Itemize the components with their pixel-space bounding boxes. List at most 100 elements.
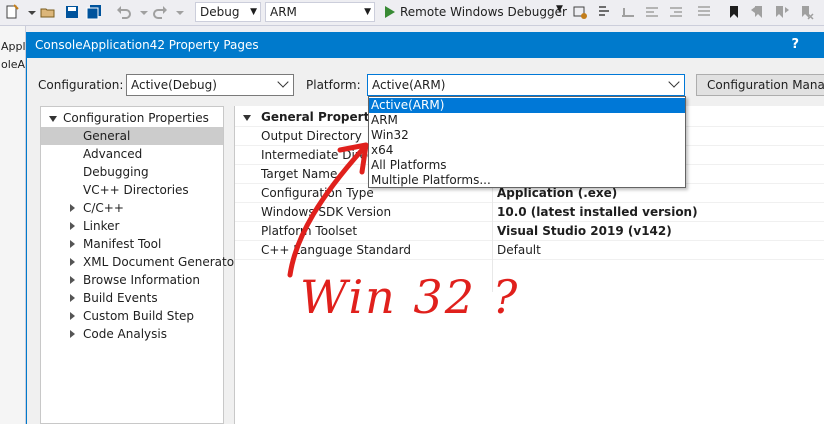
tree-item-label: VC++ Directories — [83, 183, 189, 197]
chevron-down-icon: ▼ — [364, 7, 371, 17]
tree-item-label: Linker — [83, 219, 120, 233]
property-value: Visual Studio 2019 (v142) — [497, 224, 672, 238]
tree-item-general[interactable]: General — [41, 127, 223, 145]
breakpoint-window-icon[interactable] — [620, 4, 636, 20]
collapsed-arrow-icon[interactable] — [70, 330, 75, 338]
new-project-icon[interactable] — [4, 4, 20, 20]
property-row[interactable]: Windows SDK Version 10.0 (latest installe… — [235, 203, 824, 222]
expanded-arrow-icon[interactable] — [243, 115, 251, 121]
property-value: 10.0 (latest installed version) — [497, 205, 698, 219]
property-row[interactable]: C++ Language Standard Default — [235, 241, 824, 260]
undo-dropdown-icon[interactable] — [136, 4, 152, 20]
indent-icon[interactable] — [668, 4, 684, 20]
dialog-titlebar[interactable]: ConsoleApplication42 Property Pages ? — [27, 32, 824, 58]
dropdown-arrow-icon[interactable] — [24, 4, 40, 20]
chevron-down-icon — [668, 76, 680, 88]
solution-configuration-value: Debug — [200, 5, 240, 19]
attach-icon[interactable] — [572, 4, 588, 20]
expanded-arrow-icon[interactable] — [49, 116, 57, 122]
save-all-icon[interactable] — [86, 4, 102, 20]
collapsed-arrow-icon[interactable] — [70, 312, 75, 320]
redo-icon[interactable] — [152, 4, 168, 20]
collapsed-arrow-icon[interactable] — [70, 222, 75, 230]
property-name: C++ Language Standard — [261, 243, 411, 257]
comment-icon[interactable] — [696, 4, 712, 20]
tree-item-code-analysis[interactable]: Code Analysis — [41, 325, 223, 343]
platform-combo[interactable]: Active(ARM) — [367, 74, 685, 96]
undo-icon[interactable] — [116, 4, 132, 20]
solution-platform-combo[interactable]: ARM ▼ — [265, 2, 375, 22]
platform-value: Active(ARM) — [372, 78, 446, 92]
platform-option-x64[interactable]: x64 — [369, 143, 685, 158]
tree-item-label: C/C++ — [83, 201, 124, 215]
tree-item-label: XML Document Generator — [83, 255, 239, 269]
solution-item[interactable]: Appli — [1, 40, 25, 53]
format-left-icon[interactable] — [644, 4, 660, 20]
tree-item-label: General — [83, 129, 131, 143]
tree-item-advanced[interactable]: Advanced — [41, 145, 223, 163]
property-pages-dialog: ConsoleApplication42 Property Pages ? Co… — [26, 32, 824, 424]
property-name: Intermediate Directo — [261, 148, 386, 162]
debugger-dropdown-icon[interactable]: ▼ — [556, 4, 563, 14]
solution-item[interactable]: oleAp — [1, 58, 25, 71]
bookmark-icon[interactable] — [726, 4, 742, 20]
platform-option-win32[interactable]: Win32 — [369, 128, 685, 143]
platform-option-arm[interactable]: ARM — [369, 113, 685, 128]
property-name: Configuration Type — [261, 186, 374, 200]
property-name: Platform Toolset — [261, 224, 358, 238]
start-debugging-button[interactable]: Remote Windows Debugger — [382, 2, 567, 22]
tree-item-custom-build-step[interactable]: Custom Build Step — [41, 307, 223, 325]
tree-item-debugging[interactable]: Debugging — [41, 163, 223, 181]
annotation-text: Win 32 ? — [300, 270, 520, 324]
help-button[interactable]: ? — [791, 37, 799, 52]
open-folder-icon[interactable] — [40, 4, 56, 20]
configuration-manager-label: Configuration Manager... — [707, 78, 824, 92]
save-icon[interactable] — [64, 4, 80, 20]
debugger-label: Remote Windows Debugger — [400, 5, 567, 19]
tree-item-label: Code Analysis — [83, 327, 167, 341]
collapsed-arrow-icon[interactable] — [70, 240, 75, 248]
collapsed-arrow-icon[interactable] — [70, 276, 75, 284]
solution-platform-value: ARM — [270, 5, 297, 19]
solution-configuration-combo[interactable]: Debug ▼ — [195, 2, 261, 22]
solution-explorer-strip: Appli oleAp — [0, 26, 26, 424]
tree-item-label: Advanced — [83, 147, 143, 161]
tree-item-browse-information[interactable]: Browse Information — [41, 271, 223, 289]
platform-label: Platform: — [306, 78, 361, 92]
platform-option-multiple-platforms[interactable]: Multiple Platforms... — [369, 173, 685, 188]
property-name: Output Directory — [261, 129, 362, 143]
platform-option-active-arm[interactable]: Active(ARM) — [369, 98, 685, 113]
tree-item-label: Custom Build Step — [83, 309, 195, 323]
tree-item-c-c-[interactable]: C/C++ — [41, 199, 223, 217]
tree-item-manifest-tool[interactable]: Manifest Tool — [41, 235, 223, 253]
property-row[interactable]: Platform Toolset Visual Studio 2019 (v142… — [235, 222, 824, 241]
vs-toolbar: Debug ▼ ARM ▼ Remote Windows Debugger ▼ — [0, 0, 824, 26]
property-tree: Configuration Properties General Advanced… — [40, 106, 239, 424]
configuration-manager-button[interactable]: Configuration Manager... — [696, 74, 824, 96]
chevron-down-icon — [277, 76, 289, 88]
next-bookmark-icon[interactable] — [774, 4, 790, 20]
tree-item-xml-document-generator[interactable]: XML Document Generator — [41, 253, 239, 271]
tree-item-label: Build Events — [83, 291, 158, 305]
tree-item-vc-directories[interactable]: VC++ Directories — [41, 181, 223, 199]
step-icon[interactable] — [596, 4, 612, 20]
collapsed-arrow-icon[interactable] — [70, 294, 75, 302]
property-value: Default — [497, 243, 541, 257]
redo-dropdown-icon[interactable] — [172, 4, 188, 20]
tree-item-configuration-properties[interactable]: Configuration Properties — [41, 109, 223, 127]
configuration-combo[interactable]: Active(Debug) — [126, 74, 294, 96]
collapsed-arrow-icon[interactable] — [70, 204, 75, 212]
tree-item-label: Browse Information — [83, 273, 200, 287]
tree-item-linker[interactable]: Linker — [41, 217, 223, 235]
tree-item-build-events[interactable]: Build Events — [41, 289, 223, 307]
tree-item-label: Configuration Properties — [63, 111, 209, 125]
prev-bookmark-icon[interactable] — [750, 4, 766, 20]
platform-option-all-platforms[interactable]: All Platforms — [369, 158, 685, 173]
tree-item-label: Debugging — [83, 165, 149, 179]
collapsed-arrow-icon[interactable] — [70, 258, 75, 266]
configuration-value: Active(Debug) — [131, 78, 217, 92]
platform-dropdown-list: Active(ARM) ARM Win32 x64 All Platforms Multi… — [368, 96, 686, 188]
chevron-down-icon: ▼ — [250, 7, 257, 17]
clear-bookmarks-icon[interactable] — [798, 4, 814, 20]
property-name: Target Name — [261, 167, 338, 181]
